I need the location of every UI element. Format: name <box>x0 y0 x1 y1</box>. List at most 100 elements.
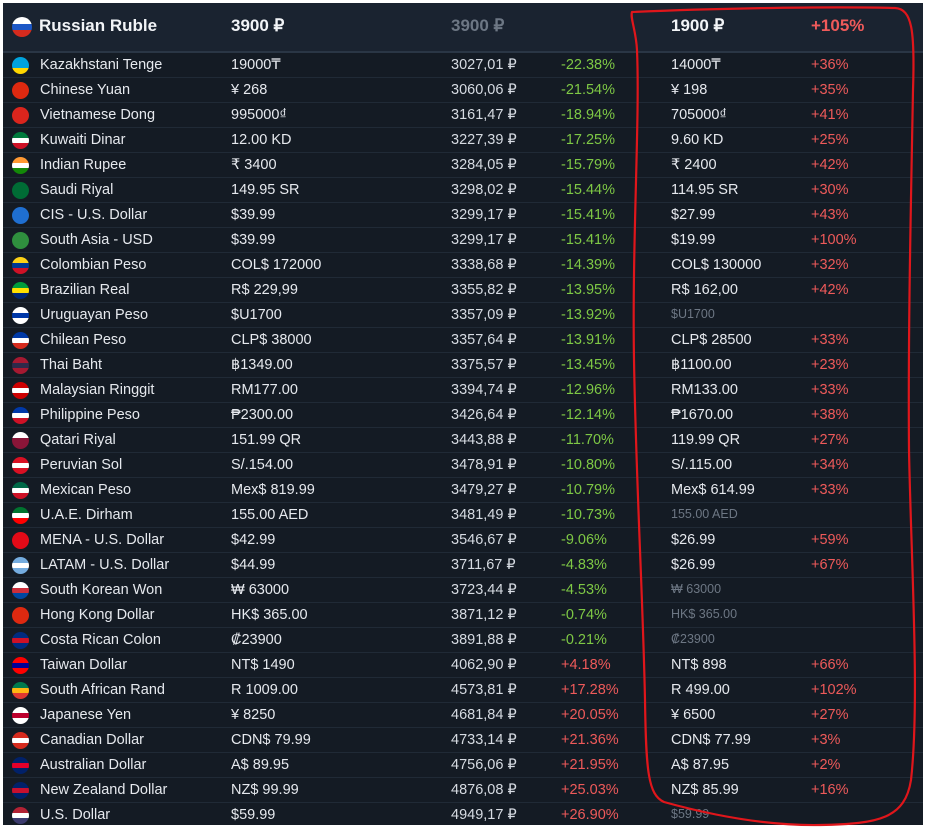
price-difference: -10.73% <box>561 507 616 523</box>
table-row: Malaysian Ringgit RM177.00 3394,74 ₽ -12.96… <box>3 378 923 403</box>
price-in-rub: 3298,02 ₽ <box>451 182 517 198</box>
country-flag-icon <box>12 557 29 574</box>
price-difference: -14.39% <box>561 257 616 273</box>
currency-name: Brazilian Real <box>40 282 130 298</box>
base-price: 3900 ₽ <box>231 16 285 35</box>
alternative-percent: +2% <box>811 757 841 773</box>
table-row: Philippine Peso ₱2300.00 3426,64 ₽ -12.14% ₱… <box>3 403 923 428</box>
local-price: $39.99 <box>231 207 276 223</box>
table-row: Thai Baht ฿1349.00 3375,57 ₽ -13.45% ฿1100.0… <box>3 353 923 378</box>
alternative-price: COL$ 130000 <box>671 257 762 273</box>
price-difference: -15.41% <box>561 207 616 223</box>
currency-name: CIS - U.S. Dollar <box>40 207 148 223</box>
country-flag-icon <box>12 657 29 674</box>
price-difference: -15.41% <box>561 232 616 248</box>
base-currency-header: Russian Ruble 3900 ₽ 3900 ₽ 1900 ₽ +105% <box>3 3 923 53</box>
alternative-percent: +33% <box>811 482 849 498</box>
currency-name: Colombian Peso <box>40 257 147 273</box>
country-flag-icon <box>12 282 29 299</box>
alternative-percent: +42% <box>811 157 849 173</box>
price-in-rub: 3027,01 ₽ <box>451 57 517 73</box>
local-price: R 1009.00 <box>231 682 298 698</box>
price-in-rub: 4573,81 ₽ <box>451 682 517 698</box>
price-in-rub: 4949,17 ₽ <box>451 807 517 823</box>
price-difference: -22.38% <box>561 57 616 73</box>
currency-name: Japanese Yen <box>40 707 132 723</box>
price-difference: -10.80% <box>561 457 616 473</box>
local-price: $44.99 <box>231 557 276 573</box>
price-difference: -4.53% <box>561 582 607 598</box>
price-in-rub: 3711,67 ₽ <box>451 557 516 573</box>
table-row: U.A.E. Dirham 155.00 AED 3481,49 ₽ -10.73% 1… <box>3 503 923 528</box>
price-difference: -15.44% <box>561 182 616 198</box>
currency-name: South Korean Won <box>40 582 163 598</box>
local-price: $U1700 <box>231 307 282 323</box>
price-in-rub: 3299,17 ₽ <box>451 207 517 223</box>
alternative-price: $U1700 <box>671 307 715 321</box>
currency-name: South Asia - USD <box>40 232 153 248</box>
currency-name: Philippine Peso <box>40 407 140 423</box>
price-in-rub: 3478,91 ₽ <box>451 457 517 473</box>
alternative-percent: +43% <box>811 207 849 223</box>
currency-name: Saudi Riyal <box>40 182 114 198</box>
price-in-rub: 4756,06 ₽ <box>451 757 517 773</box>
country-flag-icon <box>12 457 29 474</box>
table-row: Australian Dollar A$ 89.95 4756,06 ₽ +21.95… <box>3 753 923 778</box>
local-price: 149.95 SR <box>231 182 300 198</box>
alternative-price: ฿1100.00 <box>671 357 732 373</box>
currency-name: U.S. Dollar <box>40 807 111 823</box>
table-row: LATAM - U.S. Dollar $44.99 3711,67 ₽ -4.83%… <box>3 553 923 578</box>
currency-name: Canadian Dollar <box>40 732 144 748</box>
alternative-price: 705000₫ <box>671 107 727 123</box>
country-flag-icon <box>12 332 29 349</box>
alternative-price: A$ 87.95 <box>671 757 730 773</box>
local-price: COL$ 172000 <box>231 257 322 273</box>
price-table-panel: Russian Ruble 3900 ₽ 3900 ₽ 1900 ₽ +105%… <box>3 3 923 825</box>
table-row: Qatari Riyal 151.99 QR 3443,88 ₽ -11.70% 119… <box>3 428 923 453</box>
currency-name: Australian Dollar <box>40 757 147 773</box>
alternative-percent: +42% <box>811 282 849 298</box>
country-flag-icon <box>12 507 29 524</box>
currency-name: Chinese Yuan <box>40 82 131 98</box>
country-flag-icon <box>12 807 29 824</box>
currency-name: LATAM - U.S. Dollar <box>40 557 170 573</box>
price-in-rub: 3284,05 ₽ <box>451 157 517 173</box>
price-in-rub: 3481,49 ₽ <box>451 507 517 523</box>
alternative-percent: +35% <box>811 82 849 98</box>
local-price: 155.00 AED <box>231 507 309 523</box>
local-price: ฿1349.00 <box>231 357 293 373</box>
price-difference: -18.94% <box>561 107 616 123</box>
price-difference: -4.83% <box>561 557 607 573</box>
local-price: CDN$ 79.99 <box>231 732 311 748</box>
currency-name: Uruguayan Peso <box>40 307 149 323</box>
local-price: ₡23900 <box>231 632 282 648</box>
local-price: 12.00 KD <box>231 132 292 148</box>
price-in-rub: 3891,88 ₽ <box>451 632 517 648</box>
currency-rows: Kazakhstani Tenge 19000₸ 3027,01 ₽ -22.38% 1… <box>3 53 923 825</box>
alternative-price: Mex$ 614.99 <box>671 482 755 498</box>
local-price: 151.99 QR <box>231 432 302 448</box>
table-row: Colombian Peso COL$ 172000 3338,68 ₽ -14.39… <box>3 253 923 278</box>
country-flag-icon <box>12 757 29 774</box>
alternative-percent: +32% <box>811 257 849 273</box>
alternative-price: 155.00 AED <box>671 507 738 521</box>
price-difference: -9.06% <box>561 532 607 548</box>
currency-name: Costa Rican Colon <box>40 632 161 648</box>
currency-name: MENA - U.S. Dollar <box>40 532 165 548</box>
alternative-price: R 499.00 <box>671 682 730 698</box>
price-in-rub: 3357,64 ₽ <box>451 332 517 348</box>
country-flag-icon <box>12 132 29 149</box>
price-difference: -15.79% <box>561 157 616 173</box>
alternative-percent: +100% <box>811 232 857 248</box>
country-flag-icon <box>12 607 29 624</box>
currency-name: Vietnamese Dong <box>40 107 156 123</box>
table-row: Chilean Peso CLP$ 38000 3357,64 ₽ -13.91% CL… <box>3 328 923 353</box>
alternative-price: RM133.00 <box>671 382 738 398</box>
alternative-price: 119.99 QR <box>671 432 741 448</box>
table-row: Japanese Yen ¥ 8250 4681,84 ₽ +20.05% ¥ 6500… <box>3 703 923 728</box>
country-flag-icon <box>12 582 29 599</box>
russia-flag-icon <box>12 17 32 37</box>
local-price: R$ 229,99 <box>231 282 298 298</box>
base-price-rub: 3900 ₽ <box>451 16 505 35</box>
price-in-rub: 3426,64 ₽ <box>451 407 517 423</box>
